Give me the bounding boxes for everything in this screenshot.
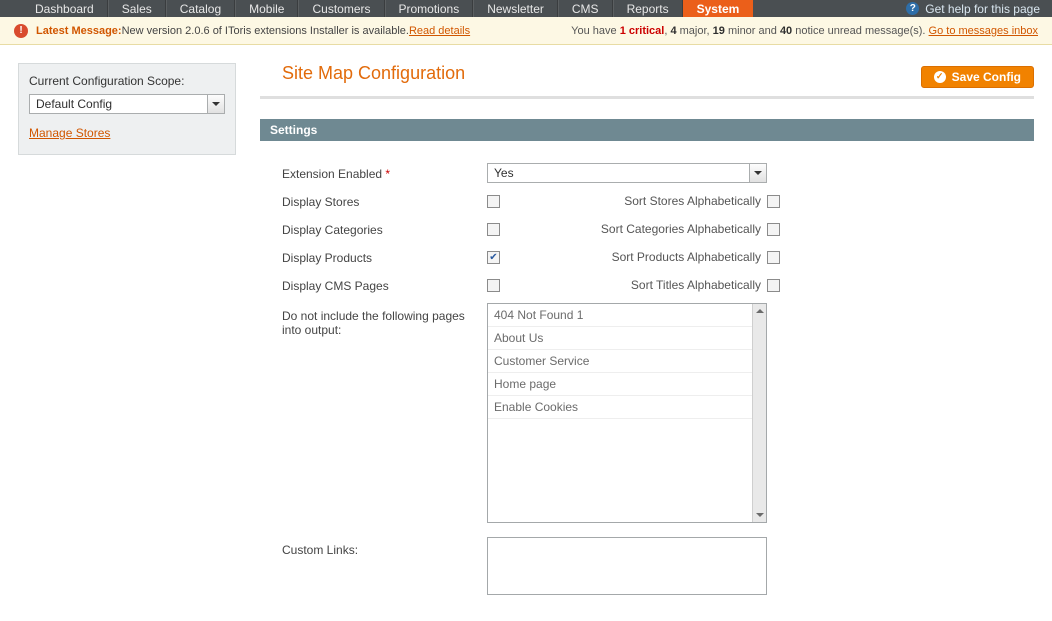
sort-stores-label: Sort Stores Alphabetically bbox=[624, 194, 761, 208]
message-bar: ! Latest Message: New version 2.0.6 of I… bbox=[0, 17, 1052, 45]
sort-products-checkbox[interactable] bbox=[767, 251, 780, 264]
help-link[interactable]: ? Get help for this page bbox=[906, 2, 1040, 16]
sort-stores-checkbox[interactable] bbox=[767, 195, 780, 208]
nav-tab-newsletter[interactable]: Newsletter bbox=[473, 0, 558, 17]
inbox-link[interactable]: Go to messages inbox bbox=[929, 25, 1038, 37]
help-label: Get help for this page bbox=[925, 2, 1040, 16]
scroll-up-icon[interactable] bbox=[753, 304, 766, 318]
scroll-down-icon[interactable] bbox=[753, 508, 766, 522]
extension-enabled-select[interactable]: Yes bbox=[487, 163, 767, 183]
check-icon: ✓ bbox=[934, 71, 946, 83]
nav-tab-sales[interactable]: Sales bbox=[108, 0, 166, 17]
display-cms-label: Display CMS Pages bbox=[282, 277, 487, 293]
sort-titles-label: Sort Titles Alphabetically bbox=[631, 278, 761, 292]
save-config-button[interactable]: ✓ Save Config bbox=[921, 66, 1034, 88]
nav-tab-customers[interactable]: Customers bbox=[298, 0, 384, 17]
custom-links-label: Custom Links: bbox=[282, 537, 487, 557]
nav-tabs: Dashboard Sales Catalog Mobile Customers… bbox=[22, 0, 753, 17]
required-marker: * bbox=[385, 167, 390, 181]
nav-tab-dashboard[interactable]: Dashboard bbox=[22, 0, 108, 17]
scope-box: Current Configuration Scope: Default Con… bbox=[18, 63, 236, 155]
sort-products-label: Sort Products Alphabetically bbox=[612, 250, 761, 264]
chevron-down-icon bbox=[207, 95, 224, 113]
divider bbox=[260, 96, 1034, 99]
notice-count: 40 bbox=[780, 25, 792, 37]
display-products-label: Display Products bbox=[282, 249, 487, 265]
manage-stores-link[interactable]: Manage Stores bbox=[29, 126, 110, 140]
extension-enabled-value: Yes bbox=[494, 166, 514, 180]
main-content: Site Map Configuration ✓ Save Config Set… bbox=[260, 63, 1034, 603]
nav-tab-catalog[interactable]: Catalog bbox=[166, 0, 235, 17]
latest-message-text: New version 2.0.6 of IToris extensions I… bbox=[122, 25, 409, 37]
critical-count: 1 critical bbox=[620, 25, 665, 37]
exclude-option[interactable]: Customer Service bbox=[488, 350, 766, 373]
display-stores-checkbox[interactable] bbox=[487, 195, 500, 208]
display-products-checkbox[interactable] bbox=[487, 251, 500, 264]
display-cms-checkbox[interactable] bbox=[487, 279, 500, 292]
latest-message-label: Latest Message: bbox=[36, 25, 122, 37]
chevron-down-icon bbox=[749, 164, 766, 182]
top-nav: Dashboard Sales Catalog Mobile Customers… bbox=[0, 0, 1052, 17]
scope-select[interactable]: Default Config bbox=[29, 94, 225, 114]
exclude-option[interactable]: Home page bbox=[488, 373, 766, 396]
sort-categories-checkbox[interactable] bbox=[767, 223, 780, 236]
display-stores-label: Display Stores bbox=[282, 193, 487, 209]
nav-tab-mobile[interactable]: Mobile bbox=[235, 0, 298, 17]
help-icon: ? bbox=[906, 2, 919, 15]
nav-tab-cms[interactable]: CMS bbox=[558, 0, 613, 17]
scope-label: Current Configuration Scope: bbox=[29, 74, 225, 88]
exclude-option[interactable]: About Us bbox=[488, 327, 766, 350]
sort-titles-checkbox[interactable] bbox=[767, 279, 780, 292]
sidebar: Current Configuration Scope: Default Con… bbox=[18, 63, 236, 603]
custom-links-textarea[interactable] bbox=[487, 537, 767, 595]
page-title: Site Map Configuration bbox=[260, 63, 465, 90]
nav-tab-reports[interactable]: Reports bbox=[613, 0, 683, 17]
exclude-option[interactable]: 404 Not Found 1 bbox=[488, 304, 766, 327]
read-details-link[interactable]: Read details bbox=[409, 25, 470, 37]
exclude-pages-label: Do not include the following pages into … bbox=[282, 303, 487, 337]
exclude-pages-multiselect[interactable]: 404 Not Found 1 About Us Customer Servic… bbox=[487, 303, 767, 523]
sort-categories-label: Sort Categories Alphabetically bbox=[601, 222, 761, 236]
save-config-label: Save Config bbox=[952, 70, 1021, 84]
extension-enabled-label: Extension Enabled bbox=[282, 167, 382, 181]
exclude-option[interactable]: Enable Cookies bbox=[488, 396, 766, 419]
nav-tab-promotions[interactable]: Promotions bbox=[385, 0, 474, 17]
notifications-summary: You have 1 critical, 4 major, 19 minor a… bbox=[571, 25, 1038, 37]
warning-icon: ! bbox=[14, 24, 28, 38]
scope-select-value: Default Config bbox=[36, 97, 112, 111]
settings-form: Extension Enabled * Yes Display Stores S… bbox=[260, 141, 1034, 603]
nav-tab-system[interactable]: System bbox=[683, 0, 754, 17]
settings-panel-header: Settings bbox=[260, 119, 1034, 141]
minor-count: 19 bbox=[713, 25, 725, 37]
display-categories-label: Display Categories bbox=[282, 221, 487, 237]
display-categories-checkbox[interactable] bbox=[487, 223, 500, 236]
scrollbar[interactable] bbox=[752, 304, 766, 522]
